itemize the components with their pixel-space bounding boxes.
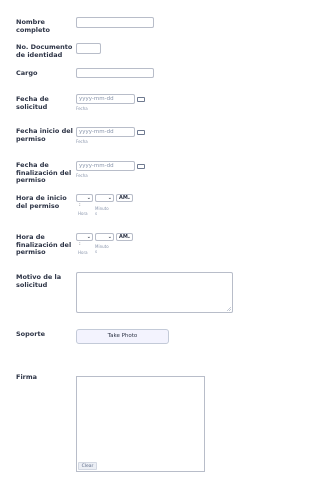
label-motivo: Motivo de la solicitud: [16, 273, 62, 289]
label-fecha-solicitud: Fecha de solicitud: [16, 95, 49, 111]
fecha-solicitud-sublabel: Fecha: [76, 106, 88, 111]
chevron-down-icon: ⌄: [126, 195, 131, 201]
chevron-down-icon: ⌄: [126, 234, 131, 240]
signature-pad[interactable]: [76, 376, 205, 472]
fecha-fin-sublabel: Fecha: [76, 173, 88, 178]
fecha-inicio-sublabel: Fecha: [76, 139, 88, 144]
calendar-icon[interactable]: [137, 130, 145, 135]
label-hora-fin: Hora de finalización del permiso: [16, 233, 72, 256]
label-hora-inicio: Hora de inicio del permiso: [16, 194, 67, 210]
hora-inicio-minute-select[interactable]: ⌄: [95, 194, 114, 202]
hora-fin-hour-label: Hora: [78, 250, 88, 255]
label-documento: No. Documento de identidad: [16, 43, 73, 59]
resize-handle-icon[interactable]: [227, 307, 231, 311]
hora-inicio-ampm-select[interactable]: AM ⌄: [116, 194, 133, 202]
fecha-inicio-input[interactable]: yyyy-mm-dd: [76, 127, 135, 137]
label-fecha-inicio: Fecha inicio del permiso: [16, 127, 73, 143]
nombre-completo-input[interactable]: [76, 17, 154, 28]
calendar-icon[interactable]: [137, 97, 145, 102]
label-firma: Firma: [16, 373, 38, 381]
time-colon: :: [79, 202, 81, 208]
documento-input[interactable]: [76, 43, 101, 54]
chevron-down-icon: ⌄: [107, 234, 112, 240]
chevron-down-icon: ⌄: [107, 195, 112, 201]
label-soporte: Soporte: [16, 330, 45, 338]
clear-signature-button[interactable]: Clear: [78, 462, 97, 470]
hora-fin-minute-label: Minuto s: [95, 244, 109, 254]
label-cargo: Cargo: [16, 69, 38, 77]
hora-inicio-hour-select[interactable]: ⌄: [76, 194, 93, 202]
chevron-down-icon: ⌄: [86, 195, 91, 201]
hora-fin-minute-select[interactable]: ⌄: [95, 233, 114, 241]
take-photo-button[interactable]: Take Photo: [76, 329, 169, 344]
fecha-fin-input[interactable]: yyyy-mm-dd: [76, 161, 135, 171]
hora-fin-hour-select[interactable]: ⌄: [76, 233, 93, 241]
hora-inicio-hour-label: Hora: [78, 211, 88, 216]
fecha-solicitud-input[interactable]: yyyy-mm-dd: [76, 94, 135, 104]
hora-inicio-minute-label: Minuto s: [95, 206, 109, 216]
label-fecha-fin: Fecha de finalización del permiso: [16, 161, 72, 184]
motivo-textarea[interactable]: [76, 272, 233, 313]
label-nombre-completo: Nombre completo: [16, 18, 50, 34]
chevron-down-icon: ⌄: [86, 234, 91, 240]
time-colon: :: [79, 241, 81, 247]
calendar-icon[interactable]: [137, 164, 145, 169]
hora-fin-ampm-select[interactable]: AM ⌄: [116, 233, 133, 241]
cargo-input[interactable]: [76, 68, 154, 78]
